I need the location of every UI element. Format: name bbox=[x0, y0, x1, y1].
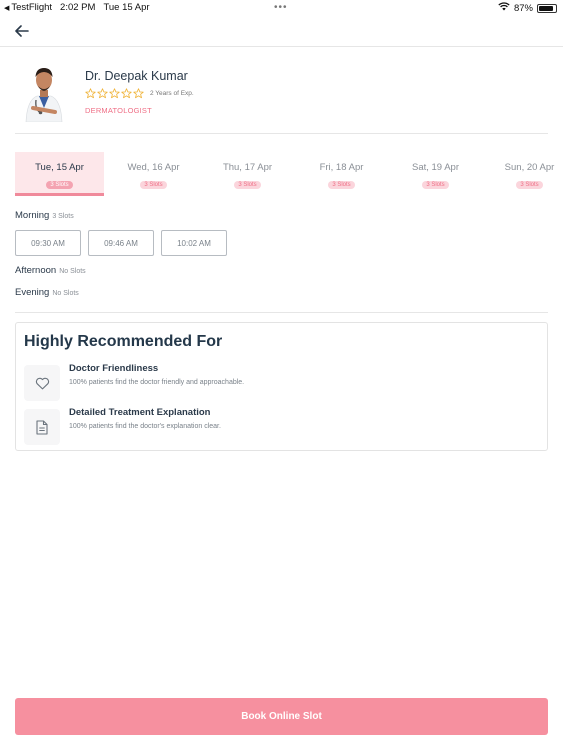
slot-count-badge: 3 Slots bbox=[234, 181, 261, 189]
date-tab[interactable]: Sun, 20 Apr 3 Slots bbox=[485, 152, 563, 196]
slot-count-badge: 3 Slots bbox=[140, 181, 167, 189]
status-right: 87% bbox=[498, 2, 557, 14]
status-left: ◀ TestFlight 2:02 PM Tue 15 Apr bbox=[4, 2, 150, 13]
recommended-card: Highly Recommended For Doctor Friendline… bbox=[15, 322, 548, 451]
evening-section-title: Evening No Slots bbox=[15, 287, 79, 298]
document-icon bbox=[24, 409, 60, 445]
star-icon bbox=[85, 88, 96, 99]
doctor-avatar bbox=[21, 60, 67, 122]
time-slot-button[interactable]: 10:02 AM bbox=[161, 230, 227, 256]
slot-count-badge: 3 Slots bbox=[516, 181, 543, 189]
recommended-item-desc: 100% patients find the doctor friendly a… bbox=[69, 379, 245, 386]
morning-section-title: Morning 3 Slots bbox=[15, 210, 74, 221]
multitasking-dots-icon[interactable]: ••• bbox=[274, 2, 288, 13]
date-tab[interactable]: Wed, 16 Apr 3 Slots bbox=[109, 152, 198, 196]
recommended-item: Doctor Friendliness 100% patients find t… bbox=[24, 363, 524, 401]
experience-text: 2 Years of Exp. bbox=[150, 90, 194, 97]
recommended-item-title: Detailed Treatment Explanation bbox=[69, 407, 211, 418]
status-time: 2:02 PM bbox=[60, 2, 96, 13]
rating-row: 2 Years of Exp. bbox=[85, 88, 194, 99]
heart-icon bbox=[24, 365, 60, 401]
recommended-title: Highly Recommended For bbox=[24, 333, 223, 350]
battery-icon bbox=[537, 3, 557, 13]
date-tab[interactable]: Tue, 15 Apr 3 Slots bbox=[15, 152, 104, 196]
date-tab[interactable]: Thu, 17 Apr 3 Slots bbox=[203, 152, 292, 196]
afternoon-section-title: Afternoon No Slots bbox=[15, 265, 86, 276]
slot-count-badge: 3 Slots bbox=[422, 181, 449, 189]
status-date: Tue 15 Apr bbox=[103, 2, 150, 13]
slot-count-badge: 3 Slots bbox=[46, 181, 73, 189]
afternoon-slot-count: No Slots bbox=[59, 268, 86, 275]
afternoon-label: Afternoon bbox=[15, 265, 57, 276]
date-label: Sat, 19 Apr bbox=[411, 162, 459, 173]
recommended-item-title: Doctor Friendliness bbox=[69, 363, 159, 374]
status-app-name[interactable]: TestFlight bbox=[11, 2, 52, 13]
slot-count-badge: 3 Slots bbox=[328, 181, 355, 189]
doctor-name: Dr. Deepak Kumar bbox=[85, 69, 188, 83]
star-icon bbox=[133, 88, 144, 99]
top-nav-bar bbox=[0, 16, 563, 47]
divider bbox=[15, 312, 548, 313]
status-bar: ◀ TestFlight 2:02 PM Tue 15 Apr ••• 87% bbox=[0, 0, 563, 16]
star-icon bbox=[97, 88, 108, 99]
date-tab[interactable]: Fri, 18 Apr 3 Slots bbox=[297, 152, 386, 196]
date-label: Tue, 15 Apr bbox=[35, 162, 84, 173]
wifi-icon bbox=[498, 2, 510, 14]
evening-label: Evening bbox=[15, 287, 50, 298]
arrow-left-icon bbox=[15, 25, 29, 37]
recommended-item: Detailed Treatment Explanation 100% pati… bbox=[24, 407, 524, 445]
morning-label: Morning bbox=[15, 210, 50, 221]
morning-slot-count: 3 Slots bbox=[52, 213, 74, 220]
time-slot-button[interactable]: 09:46 AM bbox=[88, 230, 154, 256]
battery-percent: 87% bbox=[513, 2, 533, 14]
back-button[interactable] bbox=[10, 20, 34, 42]
date-label: Sun, 20 Apr bbox=[504, 162, 555, 173]
date-tab[interactable]: Sat, 19 Apr 3 Slots bbox=[391, 152, 480, 196]
book-online-slot-button[interactable]: Book Online Slot bbox=[15, 698, 548, 735]
doctor-header: Dr. Deepak Kumar 2 Years of Exp. DERMATO… bbox=[15, 58, 548, 134]
star-icon bbox=[109, 88, 120, 99]
star-icon bbox=[121, 88, 132, 99]
time-slot-button[interactable]: 09:30 AM bbox=[15, 230, 81, 256]
date-label: Thu, 17 Apr bbox=[222, 162, 273, 173]
date-label: Wed, 16 Apr bbox=[127, 162, 180, 173]
evening-slot-count: No Slots bbox=[52, 290, 79, 297]
date-tabs: Tue, 15 Apr 3 Slots Wed, 16 Apr 3 Slots … bbox=[15, 152, 563, 197]
recommended-item-desc: 100% patients find the doctor's explanat… bbox=[69, 423, 221, 430]
date-label: Fri, 18 Apr bbox=[319, 162, 364, 173]
back-to-app-icon[interactable]: ◀ bbox=[4, 4, 9, 12]
doctor-specialty: DERMATOLOGIST bbox=[85, 106, 152, 115]
